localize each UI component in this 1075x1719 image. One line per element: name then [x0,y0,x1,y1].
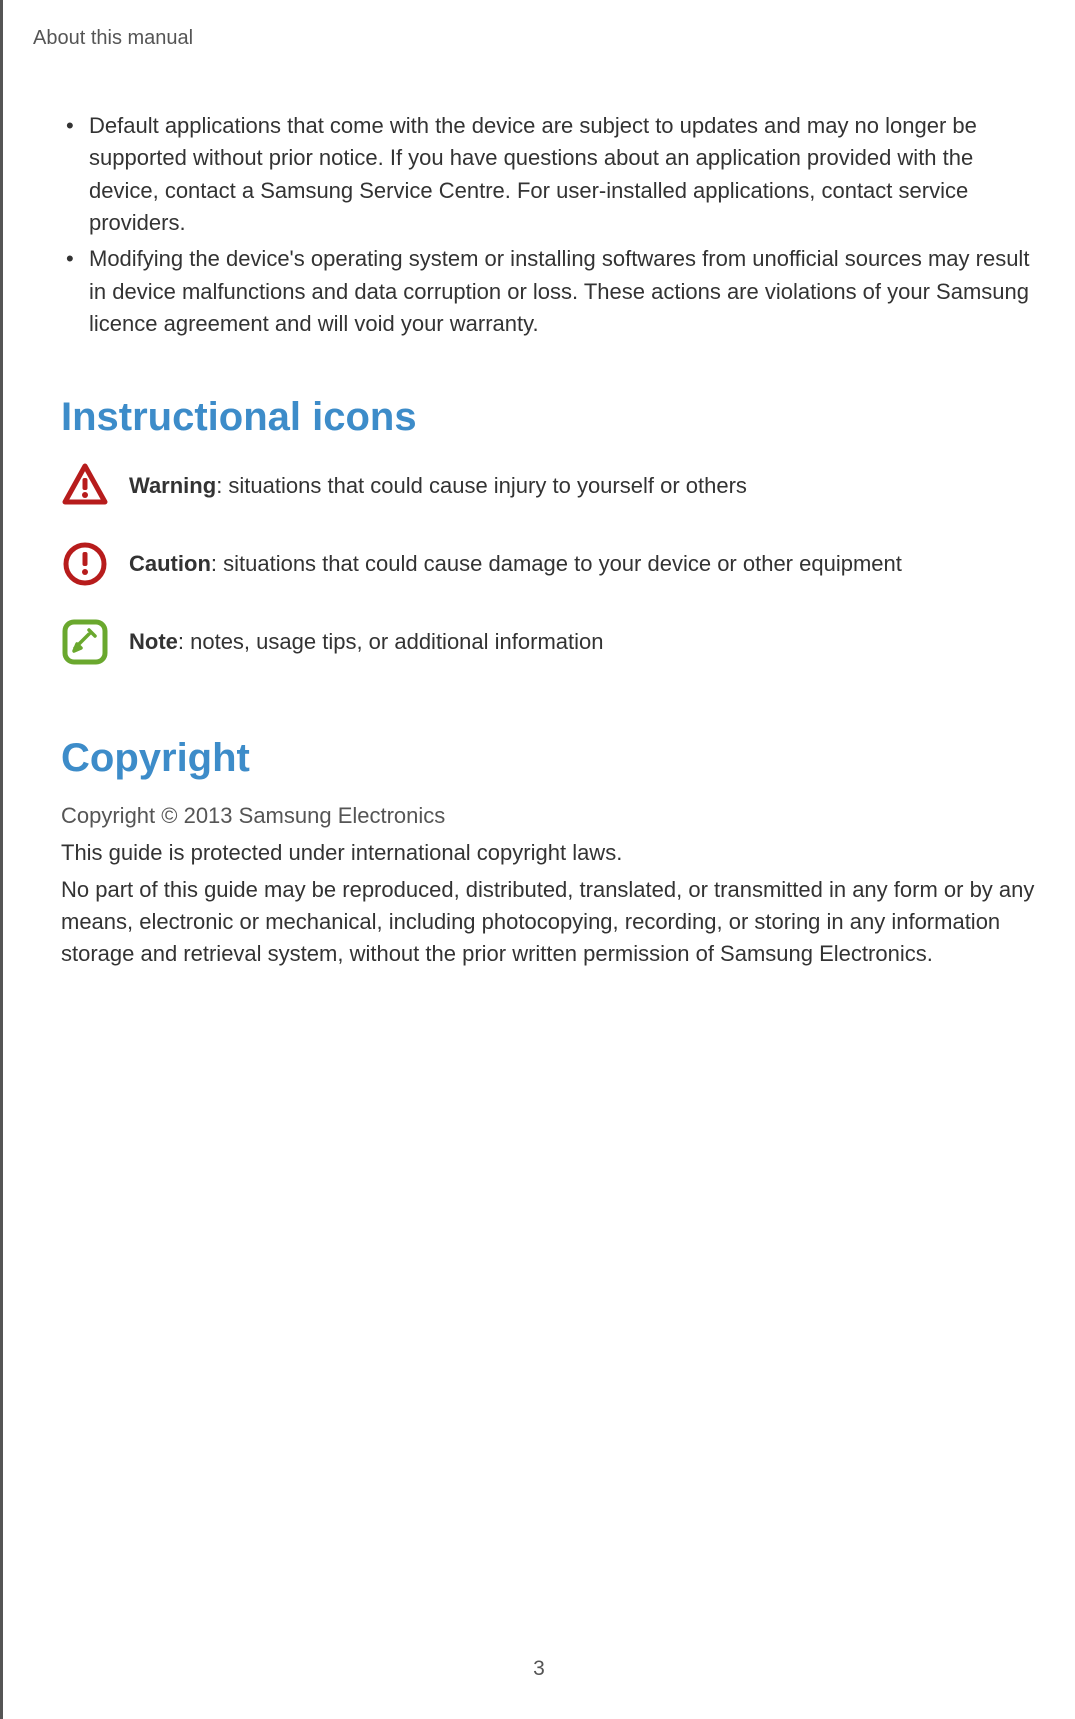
header-title: About this manual [33,27,193,49]
bullet-item: Default applications that come with the … [61,110,1045,239]
section-heading-icons: Instructional icons [61,395,1045,440]
caution-icon [61,540,109,588]
copyright-subtitle: Copyright © 2013 Samsung Electronics [61,803,1045,829]
icon-label: Note [129,629,178,654]
warning-icon [61,462,109,510]
section-heading-copyright: Copyright [61,736,1045,781]
bullet-list: Default applications that come with the … [61,110,1045,340]
page-header: About this manual [3,0,1075,50]
icon-text-note: Note: notes, usage tips, or additional i… [129,627,603,658]
icon-text-warning: Warning: situations that could cause inj… [129,471,747,502]
icon-label: Caution [129,551,211,576]
icon-row-caution: Caution: situations that could cause dam… [61,540,1045,588]
icon-label: Warning [129,473,216,498]
bullet-text: Modifying the device's operating system … [89,246,1029,336]
bullet-item: Modifying the device's operating system … [61,243,1045,340]
page-content: Default applications that come with the … [3,50,1075,971]
icon-description: : situations that could cause damage to … [211,551,902,576]
icon-description: : situations that could cause injury to … [216,473,747,498]
icon-row-note: Note: notes, usage tips, or additional i… [61,618,1045,666]
icon-text-caution: Caution: situations that could cause dam… [129,549,902,580]
bullet-text: Default applications that come with the … [89,113,977,235]
page-number: 3 [3,1657,1075,1681]
note-icon [61,618,109,666]
icon-description: : notes, usage tips, or additional infor… [178,629,604,654]
icon-row-warning: Warning: situations that could cause inj… [61,462,1045,510]
copyright-body-1: This guide is protected under internatio… [61,837,1045,869]
copyright-section: Copyright Copyright © 2013 Samsung Elect… [61,736,1045,970]
instructional-icons-section: Instructional icons Warning: situations … [61,395,1045,666]
copyright-body-2: No part of this guide may be reproduced,… [61,874,1045,971]
